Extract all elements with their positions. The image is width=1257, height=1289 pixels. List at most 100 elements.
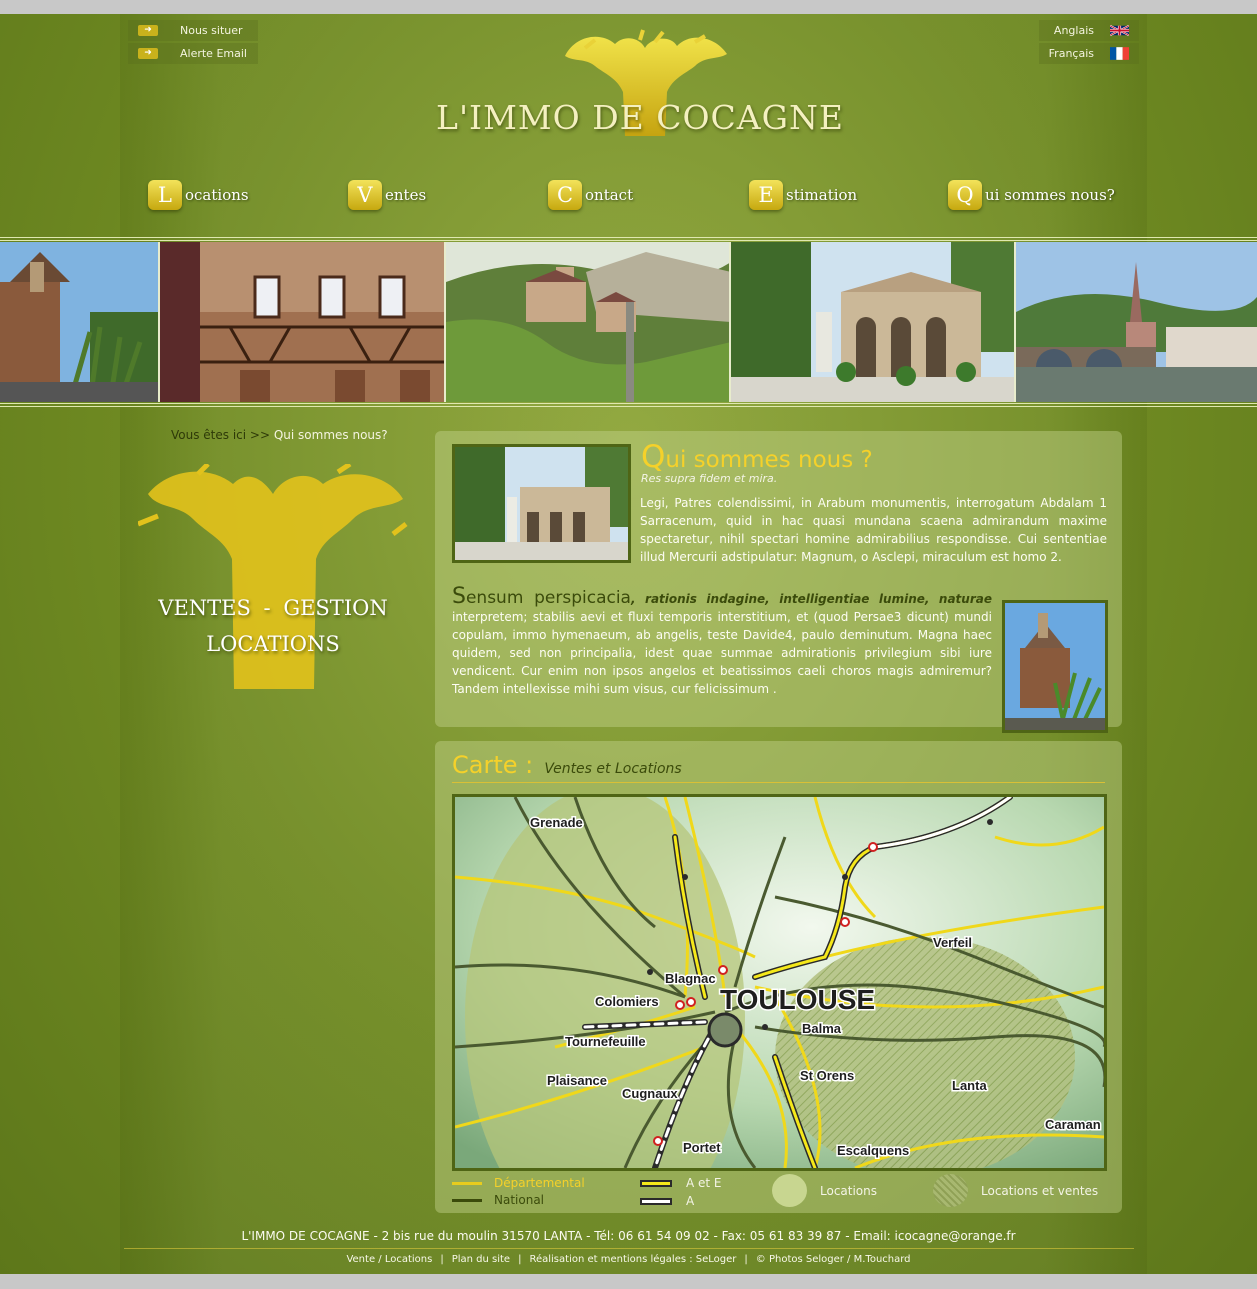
nav-initial: V [348, 180, 382, 210]
arrow-right-icon: ➜ [138, 48, 158, 59]
nav-locations[interactable]: L ocations [148, 180, 249, 210]
lang-francais-label: Français [1048, 47, 1094, 60]
arrow-right-icon: ➜ [138, 25, 158, 36]
about-photo [452, 444, 631, 563]
about-title-initial: Q [641, 439, 666, 475]
place-escalquens: Escalquens [837, 1143, 909, 1158]
nav-estimation[interactable]: E stimation [749, 180, 857, 210]
map-legend: Départemental National A et E A Location… [452, 1174, 1107, 1210]
fr-flag-icon [1110, 47, 1129, 60]
nav-contact[interactable]: C ontact [548, 180, 633, 210]
photo-timbered-house [160, 242, 446, 402]
logo-text: L'IMMO DE COCAGNE [436, 98, 844, 137]
place-plaisance: Plaisance [547, 1073, 607, 1088]
side-logo-line1: VENTES - GESTION [158, 596, 388, 620]
nav-initial: Q [948, 180, 982, 210]
legend-departemental: Départemental [452, 1176, 585, 1190]
map-panel: Carte : Ventes et Locations Grenade Verf… [435, 741, 1122, 1213]
place-portet: Portet [683, 1140, 721, 1155]
uk-flag-icon [1110, 24, 1129, 37]
breadcrumb-current[interactable]: Qui sommes nous? [274, 428, 388, 442]
photo-monument [0, 242, 160, 402]
section-heading: Sensum perspicacia [452, 586, 631, 608]
place-verfeil: Verfeil [933, 935, 972, 950]
place-st-orens: St Orens [800, 1068, 854, 1083]
breadcrumb: Vous êtes ici >> Qui sommes nous? [171, 428, 388, 442]
legend-national: National [452, 1193, 544, 1207]
legend-locations-label: Locations [820, 1183, 878, 1198]
footer-divider [124, 1248, 1134, 1249]
legend-locations: Locations [772, 1174, 877, 1207]
nav-initial: E [749, 180, 783, 210]
nav-initial: C [548, 180, 582, 210]
place-blagnac: Blagnac [665, 971, 716, 986]
place-caraman: Caraman [1045, 1117, 1101, 1132]
nav-label: stimation [786, 186, 858, 204]
about-paragraph-1: Legi, Patres colendissimi, in Arabum mon… [640, 496, 1107, 564]
footer-link-vente-locations[interactable]: Vente / Locations [346, 1254, 432, 1265]
legend-motorway-yellow [640, 1179, 672, 1187]
footer-link-plan-du-site[interactable]: Plan du site [452, 1254, 510, 1265]
map-subtitle: Ventes et Locations [544, 761, 682, 777]
place-colomiers: Colomiers [595, 994, 659, 1009]
about-panel: Qui sommes nous ? Res supra fidem et mir… [435, 431, 1122, 733]
nav-ventes[interactable]: V entes [348, 180, 426, 210]
place-lanta: Lanta [952, 1078, 987, 1093]
site-logo[interactable]: L'IMMO DE COCAGNE [420, 22, 860, 172]
footer-link-mentions[interactable]: Réalisation et mentions légales : SeLoge… [529, 1254, 736, 1265]
legend-circle-locations [772, 1174, 807, 1207]
nav-initial: L [148, 180, 182, 210]
place-toulouse: TOULOUSE [720, 984, 875, 1015]
footer-credits: © Photos Seloger / M.Touchard [755, 1254, 911, 1265]
alerte-email-label: Alerte Email [180, 47, 247, 60]
place-balma: Balma [802, 1021, 842, 1036]
lang-anglais[interactable]: Anglais [1039, 20, 1139, 41]
nav-label: ui sommes nous? [985, 186, 1115, 204]
photo-band [0, 237, 1257, 407]
page: ➜ Nous situer ➜ Alerte Email Anglais Fra… [0, 14, 1257, 1274]
map-title-text: Carte : [452, 751, 534, 779]
nous-situer-label: Nous situer [180, 24, 243, 37]
side-logo: VENTES - GESTION LOCATIONS [138, 464, 408, 694]
top-links: ➜ Nous situer ➜ Alerte Email [128, 20, 258, 66]
legend-a: A [640, 1194, 694, 1208]
legend-departemental-label: Départemental [494, 1176, 585, 1190]
lang-francais[interactable]: Français [1039, 43, 1139, 64]
lang-anglais-label: Anglais [1053, 24, 1094, 37]
side-logo-line2: LOCATIONS [206, 632, 340, 656]
footer-links: Vente / Locations | Plan du site | Réalisati… [346, 1254, 911, 1265]
about-paragraph-2: Sensum perspicacia, rationis indagine, i… [452, 586, 992, 698]
photo-garden-pavilion [731, 242, 1016, 402]
legend-a-label: A [686, 1194, 695, 1208]
area-map[interactable]: Grenade Verfeil Blagnac Colomiers TOULOU… [452, 794, 1107, 1171]
about-subtitle: Res supra fidem et mira. [641, 472, 778, 485]
language-switcher: Anglais Français [1039, 20, 1139, 66]
nav-label: ontact [585, 186, 634, 204]
legend-a-et-e-label: A et E [686, 1176, 722, 1190]
place-tournefeuille: Tournefeuille [565, 1034, 646, 1049]
legend-national-label: National [494, 1193, 545, 1207]
legend-line-yellow [452, 1181, 482, 1185]
alerte-email-link[interactable]: ➜ Alerte Email [128, 43, 258, 64]
legend-a-et-e: A et E [640, 1176, 722, 1190]
nav-label: entes [385, 186, 427, 204]
nav-qui-sommes-nous[interactable]: Q ui sommes nous? [948, 180, 1115, 210]
legend-motorway-white [640, 1197, 672, 1205]
photo-bridge-church [1016, 242, 1257, 402]
breadcrumb-prefix: Vous êtes ici >> [171, 428, 271, 442]
legend-locations-ventes: Locations et ventes [933, 1174, 1098, 1207]
nav-label: ocations [185, 186, 249, 204]
section-lead: , rationis indagine, intelligentiae lumi… [630, 592, 992, 606]
section-body: interpretem; stabilis aevi et fluxi temp… [452, 610, 992, 696]
legend-circle-hatched [933, 1174, 968, 1207]
photo-village-cliff [446, 242, 731, 402]
section-heading-rest: ensum perspicacia [465, 588, 631, 608]
side-tree-icon [138, 464, 408, 689]
footer-address: L'IMMO DE COCAGNE - 2 bis rue du moulin … [241, 1229, 1016, 1243]
place-cugnaux: Cugnaux [622, 1086, 678, 1101]
about-title-rest: ui sommes nous ? [665, 447, 873, 473]
place-grenade: Grenade [530, 815, 583, 830]
nous-situer-link[interactable]: ➜ Nous situer [128, 20, 258, 41]
legend-line-dark [452, 1198, 482, 1202]
map-title: Carte : Ventes et Locations [452, 751, 1105, 783]
